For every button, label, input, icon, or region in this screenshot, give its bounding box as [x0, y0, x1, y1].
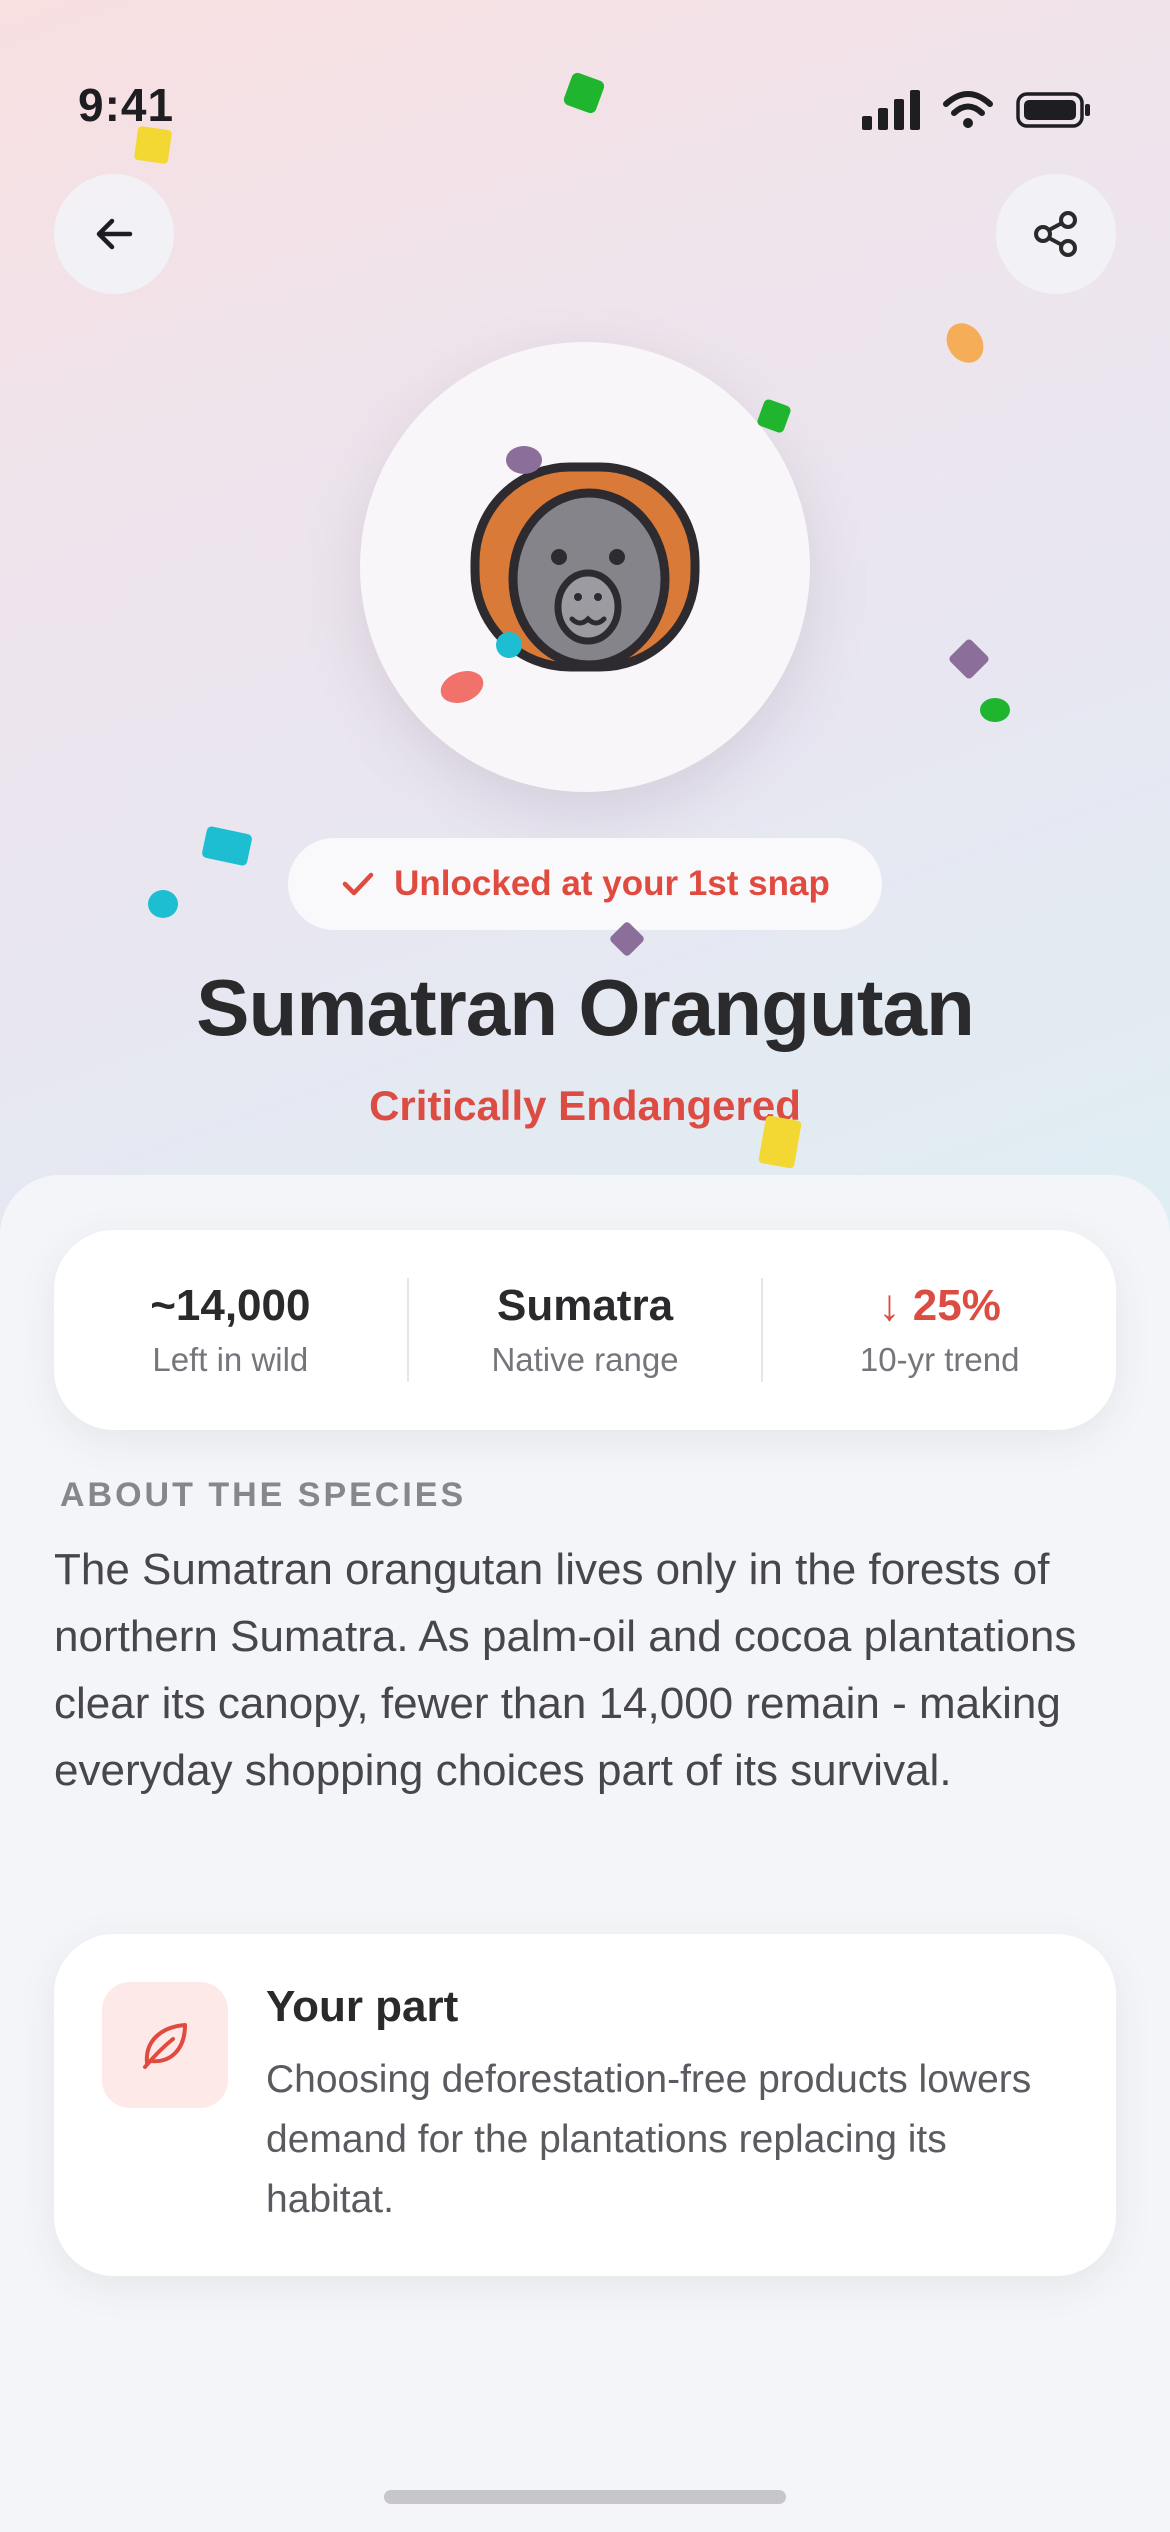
- about-section-title: ABOUT THE SPECIES: [60, 1476, 467, 1514]
- stat-population: ~14,000 Left in wild: [54, 1281, 407, 1379]
- confetti: [496, 632, 522, 658]
- confetti: [133, 125, 173, 165]
- stat-label: Left in wild: [152, 1341, 309, 1378]
- species-avatar: [360, 342, 810, 792]
- unlock-badge: Unlocked at your 1st snap: [288, 838, 882, 930]
- about-text: The Sumatran orangutan lives only in the…: [54, 1545, 1077, 1795]
- stats-card: ~14,000 Left in wild Sumatra Native rang…: [54, 1230, 1116, 1430]
- stat-value: Sumatra: [496, 1281, 674, 1330]
- your-part-title: Your part: [266, 1982, 459, 2031]
- check-icon: [342, 872, 374, 896]
- arrow-left-icon: [96, 218, 133, 250]
- share-button[interactable]: [996, 174, 1116, 294]
- share-icon: [1034, 211, 1077, 257]
- stat-label: 10-yr trend: [859, 1341, 1020, 1378]
- stat-range: Sumatra Native range: [409, 1281, 762, 1379]
- conservation-status: Critically Endangered: [369, 1082, 801, 1129]
- your-part-card: Your part Choosing deforestation-free pr…: [54, 1934, 1116, 2276]
- stat-trend: ↓ 25% 10-yr trend: [763, 1281, 1116, 1379]
- unlock-label: Unlocked at your 1st snap: [394, 864, 830, 903]
- stat-value: ↓ 25%: [878, 1281, 1001, 1330]
- confetti: [980, 698, 1010, 722]
- part-icon-box: [102, 1982, 228, 2108]
- home-indicator[interactable]: [384, 2490, 786, 2504]
- battery-icon: [1016, 92, 1090, 128]
- back-button[interactable]: [54, 174, 174, 294]
- your-part-text: Choosing deforestation-free products low…: [266, 2058, 1032, 2221]
- signal-icon: [862, 90, 920, 130]
- stat-label: Native range: [491, 1341, 679, 1378]
- leaf-icon: [143, 2023, 187, 2069]
- wifi-icon: [943, 91, 993, 128]
- status-time: 9:41: [78, 79, 175, 131]
- species-name: Sumatran Orangutan: [196, 963, 975, 1052]
- confetti: [506, 446, 542, 474]
- confetti: [148, 890, 178, 918]
- stat-value: ~14,000: [150, 1281, 311, 1330]
- status-icons: [862, 90, 1092, 130]
